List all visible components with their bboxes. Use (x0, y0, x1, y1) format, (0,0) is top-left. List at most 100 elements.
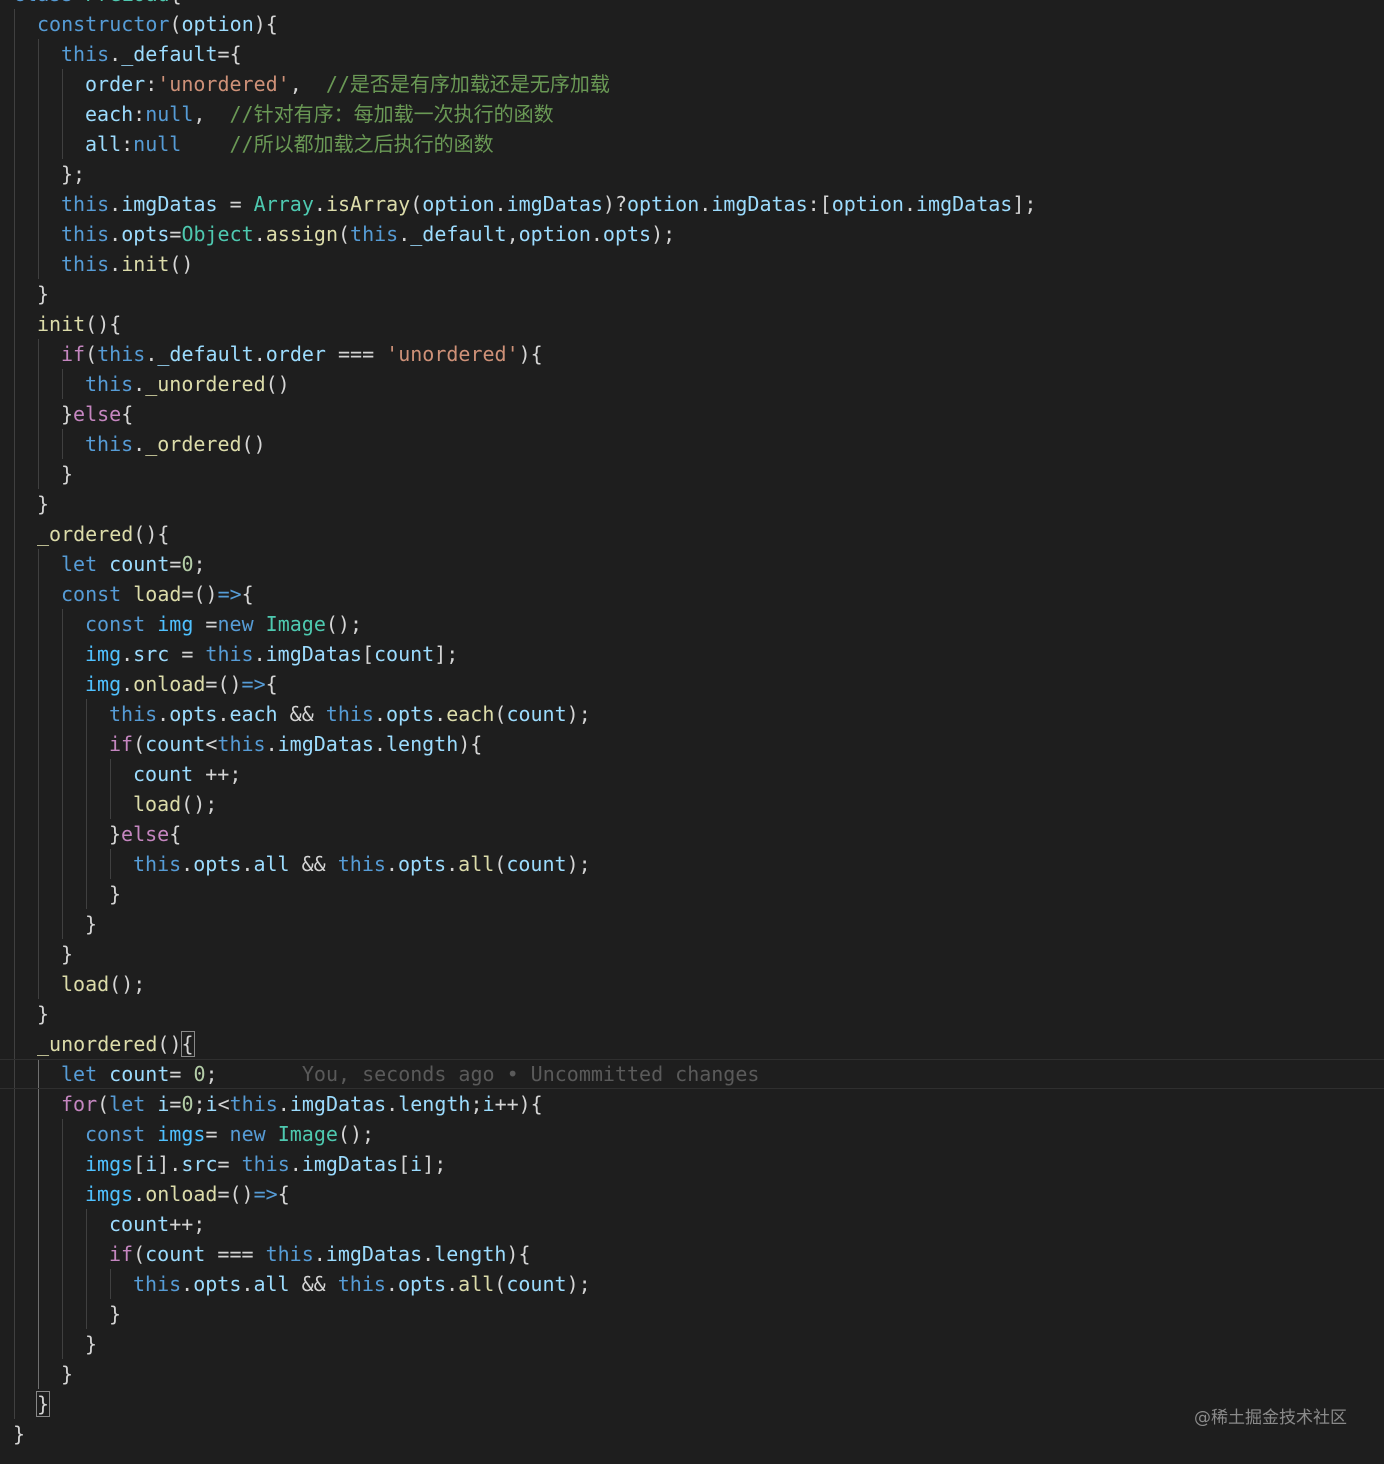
code-text: imgs.onload=()=>{ (85, 1182, 290, 1206)
code-line[interactable]: } (0, 1359, 1384, 1389)
code-line[interactable]: this._default={ (0, 39, 1384, 69)
code-line[interactable]: } (0, 999, 1384, 1029)
indent-guide (38, 1359, 39, 1389)
code-token: ]; (434, 642, 459, 666)
code-token: . (373, 732, 386, 756)
code-line[interactable]: } (0, 1299, 1384, 1329)
code-line[interactable]: } (0, 1389, 1384, 1419)
code-line[interactable]: this.imgDatas = Array.isArray(option.img… (0, 189, 1384, 219)
indent-guide (14, 489, 15, 519)
code-token: ( (169, 12, 182, 36)
code-token: const (61, 582, 122, 606)
code-line[interactable]: this.init() (0, 249, 1384, 279)
code-line[interactable]: } (0, 909, 1384, 939)
code-token: }; (61, 162, 86, 186)
code-token: => (241, 672, 266, 696)
indent-guide (38, 639, 39, 669)
code-token: null (133, 132, 182, 156)
code-line[interactable]: } (0, 879, 1384, 909)
code-line[interactable]: for(let i=0;i<this.imgDatas.length;i++){ (0, 1089, 1384, 1119)
code-line[interactable]: this.opts=Object.assign(this._default,op… (0, 219, 1384, 249)
code-line[interactable]: }; (0, 159, 1384, 189)
code-line[interactable]: } (0, 279, 1384, 309)
code-line[interactable]: if(this._default.order === 'unordered'){ (0, 339, 1384, 369)
code-token: let (109, 1092, 146, 1116)
code-token: . (133, 372, 146, 396)
code-token: . (109, 42, 122, 66)
code-token: = (205, 1122, 230, 1146)
indent-guide (62, 69, 63, 99)
code-token: _unordered (37, 1032, 158, 1056)
code-line[interactable]: let count= 0; You, seconds ago • Uncommi… (0, 1059, 1384, 1089)
code-line[interactable]: } (0, 1419, 1384, 1449)
code-line[interactable]: this._ordered() (0, 429, 1384, 459)
code-line[interactable]: count++; (0, 1209, 1384, 1239)
code-line[interactable]: count ++; (0, 759, 1384, 789)
code-token: ={ (217, 42, 242, 66)
code-line[interactable]: } (0, 459, 1384, 489)
code-token: . (699, 192, 712, 216)
code-line[interactable]: class PreLoad{ (0, 0, 1384, 9)
code-line[interactable]: load(); (0, 789, 1384, 819)
code-line[interactable]: }else{ (0, 819, 1384, 849)
code-line[interactable]: this.opts.all && this.opts.all(count); (0, 849, 1384, 879)
code-line[interactable]: } (0, 939, 1384, 969)
indent-guide (38, 39, 39, 69)
code-token: //是否是有序加载还是无序加载 (325, 72, 610, 96)
code-line[interactable]: if(count<this.imgDatas.length){ (0, 729, 1384, 759)
code-text: } (85, 1332, 97, 1356)
code-line[interactable]: _unordered(){ (0, 1029, 1384, 1059)
code-line[interactable]: all:null //所以都加载之后执行的函数 (0, 129, 1384, 159)
code-line[interactable]: order:'unordered', //是否是有序加载还是无序加载 (0, 69, 1384, 99)
indent-guide (38, 549, 39, 579)
code-token: : (133, 102, 146, 126)
code-token: imgDatas (121, 192, 218, 216)
code-text: count ++; (133, 762, 241, 786)
code-token: = (169, 1062, 194, 1086)
indent-guide (14, 1389, 15, 1419)
code-line[interactable]: } (0, 489, 1384, 519)
code-line[interactable]: this.opts.all && this.opts.all(count); (0, 1269, 1384, 1299)
code-token: =() (205, 672, 242, 696)
code-line[interactable]: this._unordered() (0, 369, 1384, 399)
code-line[interactable]: this.opts.each && this.opts.each(count); (0, 699, 1384, 729)
code-line[interactable]: load(); (0, 969, 1384, 999)
code-line[interactable]: constructor(option){ (0, 9, 1384, 39)
code-line[interactable]: const load=()=>{ (0, 579, 1384, 609)
code-token: this (241, 1152, 290, 1176)
code-line[interactable]: }else{ (0, 399, 1384, 429)
code-token: each (229, 702, 278, 726)
code-editor[interactable]: class PreLoad{constructor(option){this._… (0, 0, 1384, 1449)
code-token: for (61, 1092, 98, 1116)
code-token: 0 (193, 1062, 206, 1086)
code-line[interactable]: _ordered(){ (0, 519, 1384, 549)
code-token: this (325, 702, 374, 726)
code-text: _ordered(){ (37, 522, 169, 546)
code-line[interactable]: } (0, 1329, 1384, 1359)
code-line[interactable]: if(count === this.imgDatas.length){ (0, 1239, 1384, 1269)
code-token: ( (410, 192, 423, 216)
code-line[interactable]: img.onload=()=>{ (0, 669, 1384, 699)
code-line[interactable]: each:null, //针对有序：每加载一次执行的函数 (0, 99, 1384, 129)
code-line[interactable]: imgs[i].src= this.imgDatas[i]; (0, 1149, 1384, 1179)
code-token: order (265, 342, 326, 366)
code-token: (){ (85, 312, 122, 336)
code-line[interactable]: imgs.onload=()=>{ (0, 1179, 1384, 1209)
code-line[interactable]: const img =new Image(); (0, 609, 1384, 639)
code-text: this.opts=Object.assign(this._default,op… (61, 222, 675, 246)
code-token: , (289, 72, 326, 96)
code-line[interactable]: img.src = this.imgDatas[count]; (0, 639, 1384, 669)
code-token: . (277, 1092, 290, 1116)
indent-guide (38, 1329, 39, 1359)
indent-guide (14, 1149, 15, 1179)
indent-guide (62, 639, 63, 669)
code-token: opts (193, 1272, 242, 1296)
code-token: let (61, 1062, 98, 1086)
code-line[interactable]: let count=0; (0, 549, 1384, 579)
code-line[interactable]: const imgs= new Image(); (0, 1119, 1384, 1149)
code-token: order (85, 72, 146, 96)
code-token: && (277, 702, 326, 726)
code-line[interactable]: init(){ (0, 309, 1384, 339)
indent-guide (86, 819, 87, 849)
indent-guide (14, 579, 15, 609)
